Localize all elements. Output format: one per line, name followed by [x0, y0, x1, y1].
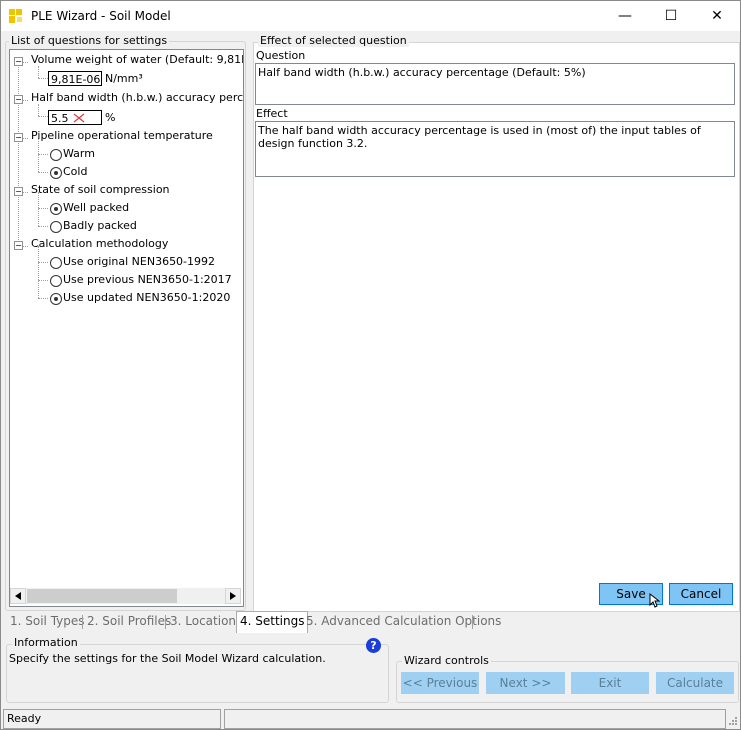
radio-label-badly-packed[interactable]: Badly packed [63, 219, 137, 232]
wizard-controls-title: Wizard controls [402, 654, 491, 667]
tab-settings[interactable]: 4. Settings [236, 611, 309, 633]
tree-node-half-band-width[interactable]: Half band width (h.b.w.) accuracy percen… [31, 91, 243, 104]
scroll-right-button[interactable] [225, 588, 241, 604]
effect-group-title: Effect of selected question [258, 34, 409, 47]
tree-branch-line [38, 172, 48, 173]
tree-branch-line [38, 280, 48, 281]
settings-tree[interactable]: − Volume weight of water (Default: 9,81E… [9, 49, 244, 607]
tree-branch-line [38, 66, 39, 78]
status-text: Ready [3, 709, 221, 729]
half-band-width-input[interactable]: 5.5 [48, 110, 102, 125]
radio-label-warm[interactable]: Warm [63, 147, 95, 160]
window-title: PLE Wizard - Soil Model [31, 9, 171, 23]
half-band-width-value: 5.5 [51, 112, 69, 125]
tab-divider [472, 615, 473, 629]
main-window: PLE Wizard - Soil Model — ☐ ✕ List of qu… [0, 0, 741, 730]
scroll-right-icon [230, 592, 236, 600]
tree-node-calculation-methodology[interactable]: Calculation methodology [31, 237, 168, 250]
tree-branch-line [38, 116, 48, 117]
scrollbar-thumb[interactable] [27, 589, 177, 603]
cancel-button-label: Cancel [680, 587, 722, 601]
question-label: Question [256, 49, 306, 62]
minimize-icon: — [618, 8, 632, 24]
radio-label-well-packed[interactable]: Well packed [63, 201, 129, 214]
tree-branch-line [38, 262, 48, 263]
information-text: Specify the settings for the Soil Model … [9, 652, 326, 665]
close-icon: ✕ [711, 8, 723, 24]
minimize-button[interactable]: — [602, 1, 648, 31]
save-button-label: Save [616, 587, 646, 601]
collapse-icon[interactable]: − [14, 187, 23, 196]
tab-locations[interactable]: 3. Locations [167, 612, 245, 631]
tree-branch-line [38, 226, 48, 227]
help-icon[interactable]: ? [366, 638, 381, 653]
scroll-left-icon [15, 592, 21, 600]
question-textbox[interactable]: Half band width (h.b.w.) accuracy percen… [255, 63, 735, 105]
radio-cold[interactable] [50, 167, 62, 179]
tree-branch-line [38, 138, 39, 172]
effect-textbox[interactable]: The half band width accuracy percentage … [255, 121, 735, 177]
app-logo-icon [9, 9, 22, 23]
tree-branch-line [38, 78, 48, 79]
volume-weight-input[interactable]: 9,81E-06 [48, 71, 102, 86]
tree-branch-line [38, 192, 39, 226]
status-panel [224, 709, 726, 729]
calculate-button[interactable]: Calculate [656, 672, 734, 694]
tree-node-soil-compression[interactable]: State of soil compression [31, 183, 170, 196]
validation-error-icon [73, 113, 85, 123]
maximize-icon: ☐ [664, 8, 678, 24]
radio-label-nen3650-2017[interactable]: Use previous NEN3650-1:2017 [63, 273, 232, 286]
tree-branch-line [38, 104, 39, 116]
tab-soil-types[interactable]: 1. Soil Types [7, 612, 88, 631]
collapse-icon[interactable]: − [14, 133, 23, 142]
radio-label-nen3650-1992[interactable]: Use original NEN3650-1992 [63, 255, 215, 268]
mouse-cursor-icon [649, 593, 661, 608]
tree-node-operational-temperature[interactable]: Pipeline operational temperature [31, 129, 213, 142]
exit-button[interactable]: Exit [571, 672, 649, 694]
tree-branch-line [38, 246, 39, 298]
maximize-button[interactable]: ☐ [648, 1, 694, 31]
collapse-icon[interactable]: − [14, 241, 23, 250]
save-button[interactable]: Save [599, 583, 663, 608]
tree-branch-line [38, 154, 48, 155]
radio-label-cold[interactable]: Cold [63, 165, 87, 178]
radio-warm[interactable] [50, 149, 62, 161]
information-group-title: Information [12, 636, 80, 649]
previous-button[interactable]: << Previous [401, 672, 479, 694]
tab-divider [82, 615, 83, 629]
tree-node-volume-weight[interactable]: Volume weight of water (Default: 9,81E-0 [31, 53, 243, 66]
radio-nen3650-2020[interactable] [50, 293, 62, 305]
questions-group-title: List of questions for settings [9, 34, 170, 47]
tree-branch-line [38, 208, 48, 209]
radio-label-nen3650-2020[interactable]: Use updated NEN3650-1:2020 [63, 291, 230, 304]
collapse-icon[interactable]: − [14, 95, 23, 104]
radio-well-packed[interactable] [50, 203, 62, 215]
next-button[interactable]: Next >> [486, 672, 565, 694]
collapse-icon[interactable]: − [14, 57, 23, 66]
resize-grip-icon[interactable] [728, 716, 738, 726]
radio-nen3650-2017[interactable] [50, 275, 62, 287]
half-band-width-unit: % [105, 111, 116, 124]
volume-weight-unit: N/mm³ [105, 72, 143, 85]
tree-branch-line [38, 298, 48, 299]
radio-badly-packed[interactable] [50, 221, 62, 233]
tree-root-line [18, 62, 19, 248]
effect-label: Effect [256, 107, 288, 120]
cancel-button[interactable]: Cancel [669, 583, 733, 605]
radio-nen3650-1992[interactable] [50, 257, 62, 269]
tab-advanced-calculation-options[interactable]: 5. Advanced Calculation Options [303, 612, 504, 631]
tab-divider [165, 615, 166, 629]
title-bar: PLE Wizard - Soil Model — ☐ ✕ [1, 1, 740, 31]
tab-soil-profiles[interactable]: 2. Soil Profiles [84, 612, 174, 631]
tree-horizontal-scrollbar[interactable] [10, 588, 241, 604]
close-button[interactable]: ✕ [694, 1, 740, 31]
scroll-left-button[interactable] [10, 588, 26, 604]
